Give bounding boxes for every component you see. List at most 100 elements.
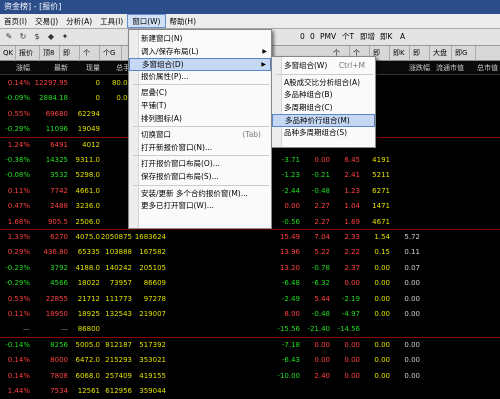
table-row[interactable]: 0.14% 7808 6068.0 257409 419155 -10.00 2.40 0.0… bbox=[0, 369, 500, 384]
window-menu-item-12[interactable]: 打开报价窗口布局(O)... bbox=[129, 158, 271, 171]
menu-shortcut: (Tab) bbox=[242, 130, 261, 140]
window-menu-item-6[interactable]: 平铺(T) bbox=[129, 100, 271, 113]
toolbar-jizeng[interactable]: 即增 bbox=[360, 31, 375, 43]
cell-change: 0.14% bbox=[7, 79, 30, 87]
window-menu-item-9[interactable]: 切换窗口 (Tab) bbox=[129, 129, 271, 142]
qb-jie[interactable]: 即额 bbox=[410, 46, 430, 72]
menu-window[interactable]: 窗口(W) bbox=[127, 14, 166, 28]
col-header-float-cap[interactable]: 流通市值 bbox=[430, 61, 464, 75]
window-menu-item-3[interactable]: 报价属性(P)... bbox=[129, 71, 271, 84]
submenu-item-label: 多窗组合(W) bbox=[284, 61, 328, 70]
table-row[interactable]: -0.23% 3792 4188.0 140242 205105 13.20 -0.78 2.… bbox=[0, 261, 500, 276]
table-row[interactable]: 0.14% 8000 6472.0 215293 353021 -6.43 0.00 0.00… bbox=[0, 353, 500, 368]
col-header-volume[interactable]: 现量 bbox=[68, 61, 100, 75]
cell-r1: -0.78 bbox=[311, 263, 330, 272]
window-menu-item-label: 更多已打开窗口(W)... bbox=[141, 201, 214, 211]
cell-r3: 5211 bbox=[372, 171, 390, 180]
toolbar-jik[interactable]: 即K bbox=[380, 31, 392, 43]
window-menu-item-15[interactable]: 安装/更新 多个合约报价窗(M)... bbox=[129, 188, 271, 201]
toolbar-zero-1[interactable]: 0 bbox=[300, 31, 305, 43]
menu-home[interactable]: 首页(I) bbox=[0, 14, 31, 28]
pin-icon[interactable]: ✦ bbox=[59, 31, 71, 43]
cell-last: 6491 bbox=[50, 140, 68, 149]
cell-r1: -0.48 bbox=[311, 310, 330, 318]
cell-r1: 2.40 bbox=[314, 371, 330, 380]
qb-dapan[interactable]: 大盘 bbox=[430, 46, 452, 61]
cell-mid: 13.20 bbox=[279, 263, 300, 272]
edit-icon[interactable]: ✎ bbox=[3, 31, 15, 43]
cell-r2: 1.69 bbox=[344, 217, 360, 226]
menu-trade[interactable]: 交易(J) bbox=[31, 14, 62, 28]
cell-r1: -0.48 bbox=[311, 186, 330, 195]
window-menu-item-1[interactable]: 调入/保存布局(L) ▶ bbox=[129, 46, 271, 59]
cell-mid: 8.00 bbox=[284, 310, 300, 318]
col-header-total[interactable]: 总手 bbox=[100, 61, 130, 75]
window-menu-item-5[interactable]: 层叠(C) bbox=[129, 87, 271, 100]
col-header-pct[interactable]: 涨跌幅 bbox=[400, 61, 430, 75]
col-header-change[interactable]: 涨幅 bbox=[0, 61, 30, 75]
cell-change: — bbox=[23, 325, 30, 334]
dollar-icon[interactable]: $ bbox=[31, 31, 43, 43]
submenu-item-6[interactable]: 品种多周期组合(S) bbox=[272, 127, 375, 140]
submenu-item-2[interactable]: A股成交比分析组合(A) bbox=[272, 77, 375, 90]
submenu-item-4[interactable]: 多周期组合(C) bbox=[272, 102, 375, 115]
cell-volume: 18925 bbox=[77, 310, 100, 318]
table-row[interactable]: 0.11% 18950 18925 132543 219007 8.00 -0.48 -4.9… bbox=[0, 307, 500, 322]
table-row[interactable]: 1.33% 6270 4075.0 2050875 1683624 15.49 7.04 2.… bbox=[0, 230, 500, 245]
cell-change: 0.53% bbox=[7, 294, 30, 303]
cell-r4: 0.00 bbox=[404, 294, 420, 303]
qb-top8[interactable]: 顶8 bbox=[40, 46, 60, 61]
window-menu-dropdown: 新建窗口(N) 调入/保存布局(L) ▶ 多窗组合(D) ▶ 报价属性(P)... 层叠(C… bbox=[128, 29, 272, 229]
tag-icon[interactable]: ◆ bbox=[45, 31, 57, 43]
qb-quote[interactable]: 报价 bbox=[16, 46, 40, 61]
table-row[interactable]: -0.29% 4566 18022 73957 86609 -6.48 -6.32 0.00 0… bbox=[0, 276, 500, 291]
window-menu-item-13[interactable]: 保存报价窗口布局(S)... bbox=[129, 171, 271, 184]
qb-jig[interactable]: 即G bbox=[452, 46, 476, 61]
submenu-item-0[interactable]: 多窗组合(W) Ctrl+M bbox=[272, 60, 375, 73]
col-header-last[interactable]: 最新 bbox=[30, 61, 68, 75]
window-menu-item-0[interactable]: 新建窗口(N) bbox=[129, 33, 271, 46]
toolbar-t[interactable]: 个T bbox=[342, 31, 354, 43]
menu-analysis[interactable]: 分析(A) bbox=[62, 14, 96, 28]
window-menu-item-10[interactable]: 打开新报价窗口(N)... bbox=[129, 142, 271, 155]
cell-last: 22855 bbox=[45, 294, 68, 303]
submenu-item-5[interactable]: 多品种价行组合(M) bbox=[272, 114, 375, 127]
window-menu-item-2[interactable]: 多窗组合(D) ▶ bbox=[129, 58, 271, 71]
cell-last: 7808 bbox=[50, 371, 68, 380]
cell-r2: 0.00 bbox=[344, 371, 360, 380]
col-header-total-cap[interactable]: 总市值 bbox=[464, 61, 498, 75]
qb-jik[interactable]: 即K bbox=[390, 46, 410, 61]
cell-volume: 3236.0 bbox=[75, 202, 101, 211]
cell-r1: 2.27 bbox=[314, 202, 330, 211]
menu-divider bbox=[133, 84, 269, 86]
window-title: 资金榜] - [报价] bbox=[4, 2, 62, 11]
qb-geg[interactable]: 个G bbox=[100, 46, 122, 61]
qb-ge[interactable]: 个 bbox=[80, 46, 100, 61]
table-row[interactable]: — — 86800 -15.56 -21.40 -14.56 bbox=[0, 322, 500, 337]
submenu-item-3[interactable]: 多品种组合(B) bbox=[272, 89, 375, 102]
table-row[interactable]: 1.44% 7534 12561 612956 359044 bbox=[0, 384, 500, 399]
table-row[interactable]: 0.29% 436.80 65335 103888 167582 13.96 5.22 2.2… bbox=[0, 245, 500, 260]
cell-change: -0.23% bbox=[5, 263, 30, 272]
qb-qk[interactable]: QK bbox=[0, 46, 16, 61]
cell-r4: 0.11 bbox=[404, 248, 420, 257]
cell-volume: 4188.0 bbox=[75, 263, 101, 272]
table-row[interactable]: 0.53% 22855 21712 111773 97278 -2.49 5.44 -2.19… bbox=[0, 292, 500, 307]
toolbar-pmv[interactable]: PMV bbox=[320, 31, 336, 43]
menu-help[interactable]: 帮助(H) bbox=[166, 14, 201, 28]
cell-mid: -1.23 bbox=[281, 171, 300, 180]
window-menu-item-7[interactable]: 排列图标(A) bbox=[129, 113, 271, 126]
cell-r3: 0.00 bbox=[374, 356, 390, 365]
cell-r2: 6.45 bbox=[344, 156, 360, 164]
cell-last: 3532 bbox=[50, 171, 68, 180]
table-row[interactable]: -0.14% 8256 5005.0 812187 517392 -7.18 0.00 0.0… bbox=[0, 338, 500, 353]
qb-ji[interactable]: 即 bbox=[60, 46, 80, 61]
cell-volume: 4012 bbox=[82, 140, 100, 149]
refresh-icon[interactable]: ↻ bbox=[17, 31, 29, 43]
cell-amount: 167582 bbox=[139, 248, 166, 257]
menu-tools[interactable]: 工具(I) bbox=[96, 14, 127, 28]
submenu-item-label: A股成交比分析组合(A) bbox=[284, 77, 361, 87]
window-menu-item-16[interactable]: 更多已打开窗口(W)... bbox=[129, 200, 271, 213]
toolbar-zero-2[interactable]: 0 bbox=[310, 31, 315, 43]
toolbar-a[interactable]: A bbox=[400, 31, 405, 43]
